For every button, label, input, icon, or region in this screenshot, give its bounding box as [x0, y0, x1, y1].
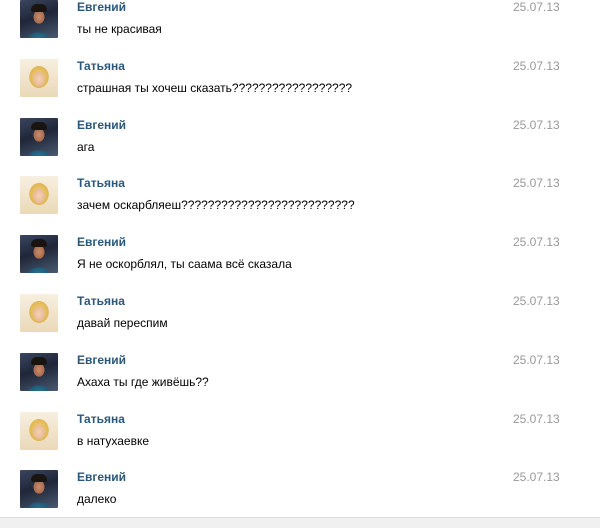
author-name[interactable]: Евгений — [77, 235, 126, 249]
avatar[interactable] — [20, 412, 58, 450]
message-text: зачем оскарбляеш????????????????????????… — [77, 198, 355, 212]
message-date: 25.07.13 — [513, 118, 560, 132]
footer-strip — [0, 518, 600, 528]
message-item: Евгений далеко 25.07.13 — [0, 461, 600, 520]
message-date: 25.07.13 — [513, 294, 560, 308]
message-text: в натухаевке — [77, 434, 150, 448]
message-history: Евгений ты не красивая 25.07.13 Татьяна стра… — [0, 0, 600, 528]
message-item: Евгений Я не оскорблял, ты саама всё сказ… — [0, 226, 600, 285]
message-item: Евгений Ахаха ты где живёшь?? 25.07.13 — [0, 344, 600, 403]
author-name[interactable]: Евгений — [77, 118, 126, 132]
message-date: 25.07.13 — [513, 0, 560, 14]
message-item: Татьяна страшная ты хочеш сказать????????… — [0, 50, 600, 109]
message-item: Татьяна в натухаевке 25.07.13 — [0, 403, 600, 462]
avatar[interactable] — [20, 294, 58, 332]
message-text: Я не оскорблял, ты саама всё сказала — [77, 257, 292, 271]
message-text: страшная ты хочеш сказать???????????????… — [77, 81, 353, 95]
author-name[interactable]: Евгений — [77, 353, 126, 367]
message-item: Татьяна давай переспим 25.07.13 — [0, 285, 600, 344]
message-date: 25.07.13 — [513, 176, 560, 190]
avatar[interactable] — [20, 353, 58, 391]
avatar[interactable] — [20, 470, 58, 508]
message-text: ага — [77, 140, 95, 154]
avatar[interactable] — [20, 176, 58, 214]
author-name[interactable]: Евгений — [77, 0, 126, 14]
author-name[interactable]: Татьяна — [77, 294, 125, 308]
author-name[interactable]: Татьяна — [77, 176, 125, 190]
message-date: 25.07.13 — [513, 412, 560, 426]
message-item: Евгений ты не красивая 25.07.13 — [0, 0, 600, 50]
author-name[interactable]: Татьяна — [77, 59, 125, 73]
message-item: Евгений ага 25.07.13 — [0, 109, 600, 168]
avatar[interactable] — [20, 59, 58, 97]
avatar[interactable] — [20, 118, 58, 156]
message-item: Татьяна зачем оскарбляеш?????????????????… — [0, 167, 600, 226]
author-name[interactable]: Татьяна — [77, 412, 125, 426]
avatar[interactable] — [20, 0, 58, 38]
author-name[interactable]: Евгений — [77, 470, 126, 484]
message-text: далеко — [77, 492, 117, 506]
message-text: давай переспим — [77, 316, 168, 330]
message-date: 25.07.13 — [513, 235, 560, 249]
message-date: 25.07.13 — [513, 353, 560, 367]
message-text: ты не красивая — [77, 22, 162, 36]
message-date: 25.07.13 — [513, 59, 560, 73]
message-date: 25.07.13 — [513, 470, 560, 484]
message-text: Ахаха ты где живёшь?? — [77, 375, 209, 389]
avatar[interactable] — [20, 235, 58, 273]
